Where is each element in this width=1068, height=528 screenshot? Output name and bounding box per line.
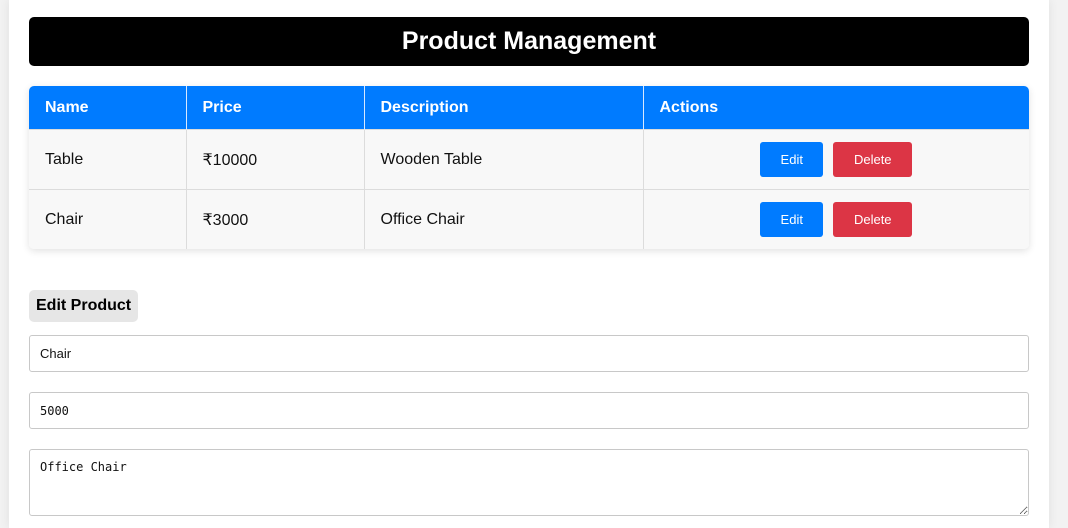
product-price-cell: ₹10000: [186, 129, 365, 190]
products-table: Name Price Description Actions Table ₹10…: [29, 86, 1029, 249]
table-row: Chair ₹3000 Office Chair Edit Delete: [29, 189, 1029, 249]
column-header-price: Price: [186, 86, 365, 130]
product-description-cell: Wooden Table: [364, 129, 644, 190]
product-name-cell: Table: [29, 129, 187, 190]
edit-button[interactable]: Edit: [760, 202, 824, 237]
product-description-cell: Office Chair: [364, 189, 644, 249]
table-row: Table ₹10000 Wooden Table Edit Delete: [29, 129, 1029, 190]
product-actions-cell: Edit Delete: [643, 129, 1029, 190]
delete-button[interactable]: Delete: [833, 202, 913, 237]
products-table-container: Name Price Description Actions Table ₹10…: [29, 86, 1029, 249]
column-header-description: Description: [364, 86, 644, 130]
product-description-textarea[interactable]: Office Chair: [29, 449, 1029, 516]
edit-product-heading: Edit Product: [29, 290, 139, 322]
page-title-text: Product Management: [401, 27, 657, 55]
page-title: Product Management: [29, 17, 1029, 66]
table-header-row: Name Price Description Actions: [29, 86, 1029, 130]
column-header-actions: Actions: [643, 86, 1029, 130]
product-name-cell: Chair: [29, 189, 187, 249]
product-price-input[interactable]: [29, 392, 1029, 429]
delete-button[interactable]: Delete: [833, 142, 913, 177]
product-actions-cell: Edit Delete: [643, 189, 1029, 249]
column-header-name: Name: [29, 86, 187, 130]
product-price-cell: ₹3000: [186, 189, 365, 249]
product-name-input[interactable]: [29, 335, 1029, 372]
edit-button[interactable]: Edit: [760, 142, 824, 177]
page-container: Product Management Name Price Descriptio…: [9, 0, 1049, 528]
